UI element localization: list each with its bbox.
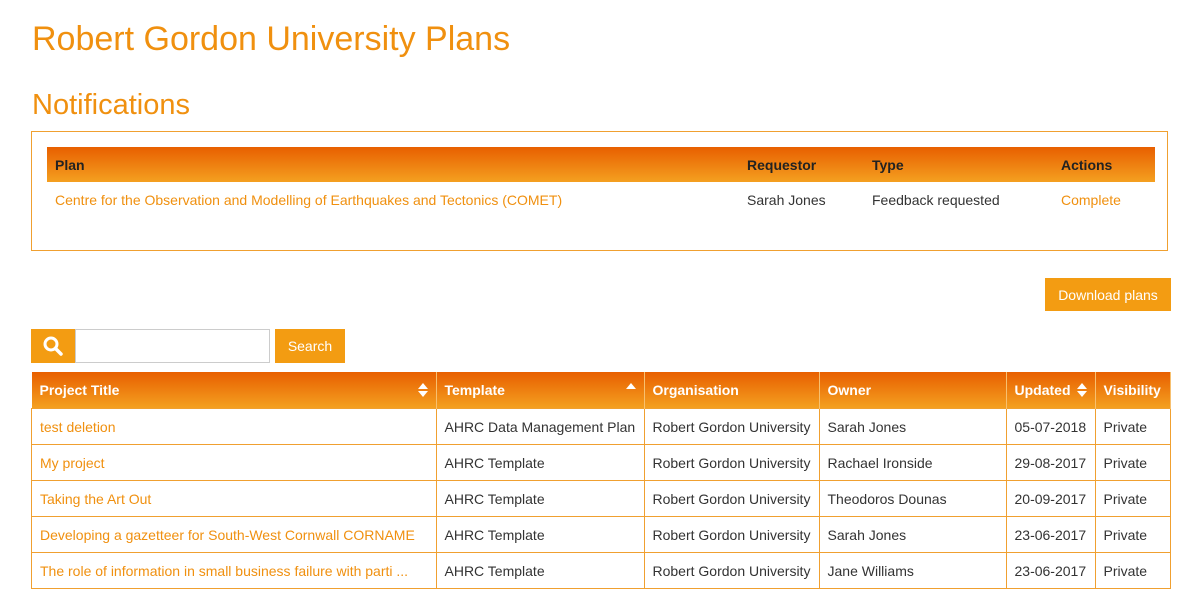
updated-cell: 23-06-2017 [1005, 516, 1096, 553]
visibility-cell: Private [1094, 480, 1171, 517]
visibility-cell: Private [1094, 444, 1171, 481]
organisation-cell: Robert Gordon University [643, 408, 820, 445]
notification-type: Feedback requested [872, 191, 1000, 208]
header-requestor: Requestor [739, 147, 864, 182]
search-bar: Search [31, 329, 345, 363]
sort-icon[interactable] [417, 382, 428, 398]
plans-header-row: Project Title Template Organisation Owne… [31, 372, 1171, 409]
template-cell: AHRC Template [435, 516, 645, 553]
page-title: Robert Gordon University Plans [32, 20, 511, 58]
col-visibility[interactable]: Visibility [1095, 372, 1171, 409]
col-project-title[interactable]: Project Title [31, 372, 437, 409]
col-template[interactable]: Template [436, 372, 645, 409]
project-link[interactable]: Developing a gazetteer for South-West Co… [40, 527, 415, 543]
project-title-cell: test deletion [31, 408, 437, 445]
col-updated[interactable]: Updated [1006, 372, 1096, 409]
owner-cell: Sarah Jones [818, 516, 1007, 553]
organisation-cell: Robert Gordon University [643, 552, 820, 589]
template-cell: AHRC Data Management Plan [435, 408, 645, 445]
owner-cell: Sarah Jones [818, 408, 1007, 445]
notification-action-cell: Complete [1053, 182, 1155, 217]
header-plan: Plan [47, 147, 739, 182]
organisation-cell: Robert Gordon University [643, 480, 820, 517]
template-cell: AHRC Template [435, 480, 645, 517]
table-row: Taking the Art Out AHRC Template Robert … [31, 480, 1171, 517]
updated-cell: 05-07-2018 [1005, 408, 1096, 445]
notifications-panel: Plan Requestor Type Actions Centre for t… [31, 131, 1168, 251]
organisation-cell: Robert Gordon University [643, 516, 820, 553]
template-cell: AHRC Template [435, 552, 645, 589]
search-button[interactable]: Search [275, 329, 345, 363]
notifications-header-row: Plan Requestor Type Actions [47, 147, 1155, 182]
updated-cell: 23-06-2017 [1005, 552, 1096, 589]
project-title-cell: My project [31, 444, 437, 481]
table-row: The role of information in small busines… [31, 552, 1171, 589]
notifications-title: Notifications [32, 89, 190, 121]
sort-asc-icon[interactable] [625, 382, 636, 398]
organisation-cell: Robert Gordon University [643, 444, 820, 481]
project-link[interactable]: My project [40, 455, 105, 471]
project-link[interactable]: Taking the Art Out [40, 491, 151, 507]
search-input[interactable] [75, 329, 270, 363]
table-row: My project AHRC Template Robert Gordon U… [31, 444, 1171, 481]
notification-plan-link[interactable]: Centre for the Observation and Modelling… [55, 192, 562, 208]
col-organisation[interactable]: Organisation [644, 372, 820, 409]
header-type: Type [864, 147, 1053, 182]
col-updated-label: Updated [1014, 382, 1071, 398]
owner-cell: Jane Williams [818, 552, 1007, 589]
search-icon[interactable] [31, 329, 75, 363]
project-title-cell: Developing a gazetteer for South-West Co… [31, 516, 437, 553]
header-actions: Actions [1053, 147, 1155, 182]
project-link[interactable]: test deletion [40, 419, 116, 435]
visibility-cell: Private [1094, 408, 1171, 445]
project-title-cell: The role of information in small busines… [31, 552, 437, 589]
project-link[interactable]: The role of information in small busines… [40, 563, 408, 579]
col-project-title-label: Project Title [39, 382, 120, 398]
complete-link[interactable]: Complete [1061, 192, 1121, 208]
download-plans-button[interactable]: Download plans [1045, 278, 1171, 311]
visibility-cell: Private [1094, 516, 1171, 553]
notification-plan-cell: Centre for the Observation and Modelling… [47, 182, 739, 217]
notification-row: Centre for the Observation and Modelling… [47, 182, 1155, 217]
notification-requestor: Sarah Jones [747, 191, 826, 208]
updated-cell: 29-08-2017 [1005, 444, 1096, 481]
owner-cell: Rachael Ironside [818, 444, 1007, 481]
visibility-cell: Private [1094, 552, 1171, 589]
table-row: test deletion AHRC Data Management Plan … [31, 408, 1171, 445]
template-cell: AHRC Template [435, 444, 645, 481]
plans-table: Project Title Template Organisation Owne… [31, 372, 1171, 589]
updated-cell: 20-09-2017 [1005, 480, 1096, 517]
sort-icon[interactable] [1076, 382, 1087, 398]
owner-cell: Theodoros Dounas [818, 480, 1007, 517]
col-template-label: Template [444, 382, 505, 398]
project-title-cell: Taking the Art Out [31, 480, 437, 517]
notifications-table: Plan Requestor Type Actions Centre for t… [47, 147, 1155, 217]
col-owner[interactable]: Owner [819, 372, 1007, 409]
table-row: Developing a gazetteer for South-West Co… [31, 516, 1171, 553]
